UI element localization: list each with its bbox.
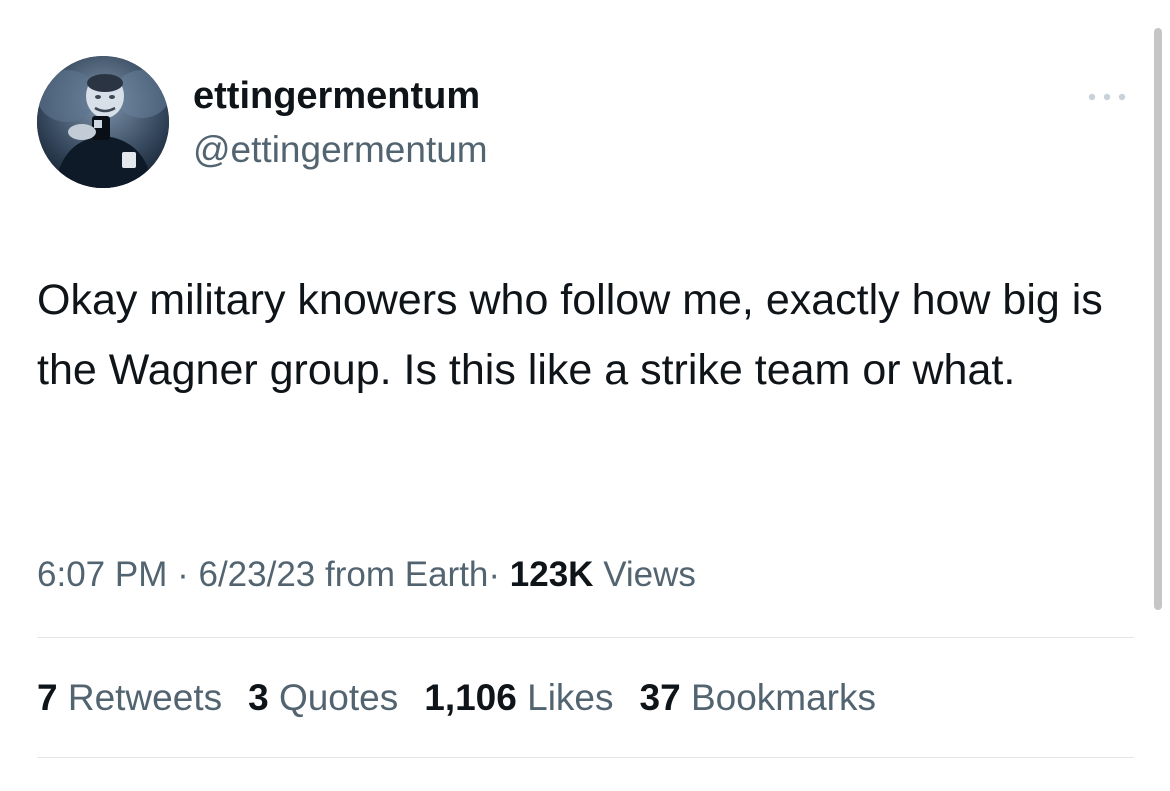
quotes-count: 3 <box>248 677 269 718</box>
avatar-image <box>37 56 169 188</box>
retweets-label: Retweets <box>67 677 223 718</box>
display-name[interactable]: ettingermentum <box>193 74 480 118</box>
views-count: 123K <box>509 555 594 594</box>
more-horizontal-icon <box>1088 93 1126 101</box>
tweet-time[interactable]: 6:07 PM <box>37 555 167 594</box>
views-label: Views <box>603 555 696 594</box>
avatar[interactable] <box>37 56 169 188</box>
quotes-stat[interactable]: 3 Quotes <box>248 676 398 720</box>
separator-dot: · <box>177 555 189 594</box>
scrollbar[interactable] <box>1154 28 1162 610</box>
divider <box>37 637 1134 638</box>
user-handle[interactable]: @ettingermentum <box>193 128 488 172</box>
separator-dot: · <box>488 555 501 594</box>
divider <box>37 757 1134 758</box>
engagement-stats: 7 Retweets 3 Quotes 1,106 Likes 37 Bookm… <box>37 676 876 720</box>
quotes-label: Quotes <box>278 677 399 718</box>
tweet-text: Okay military knowers who follow me, exa… <box>37 276 1103 394</box>
bookmarks-stat[interactable]: 37 Bookmarks <box>640 676 877 720</box>
bookmarks-count: 37 <box>639 677 681 718</box>
bookmarks-label: Bookmarks <box>690 677 877 718</box>
tweet-source: from Earth <box>325 555 489 594</box>
tweet-date[interactable]: 6/23/23 <box>198 555 315 594</box>
likes-stat[interactable]: 1,106 Likes <box>424 676 613 720</box>
tweet-metadata: 6:07 PM · 6/23/23 from Earth· 123K Views <box>37 553 696 597</box>
likes-label: Likes <box>527 677 614 718</box>
retweets-stat[interactable]: 7 Retweets <box>37 676 222 720</box>
retweets-count: 7 <box>37 677 58 718</box>
more-options-button[interactable] <box>1082 82 1132 112</box>
likes-count: 1,106 <box>424 677 517 718</box>
